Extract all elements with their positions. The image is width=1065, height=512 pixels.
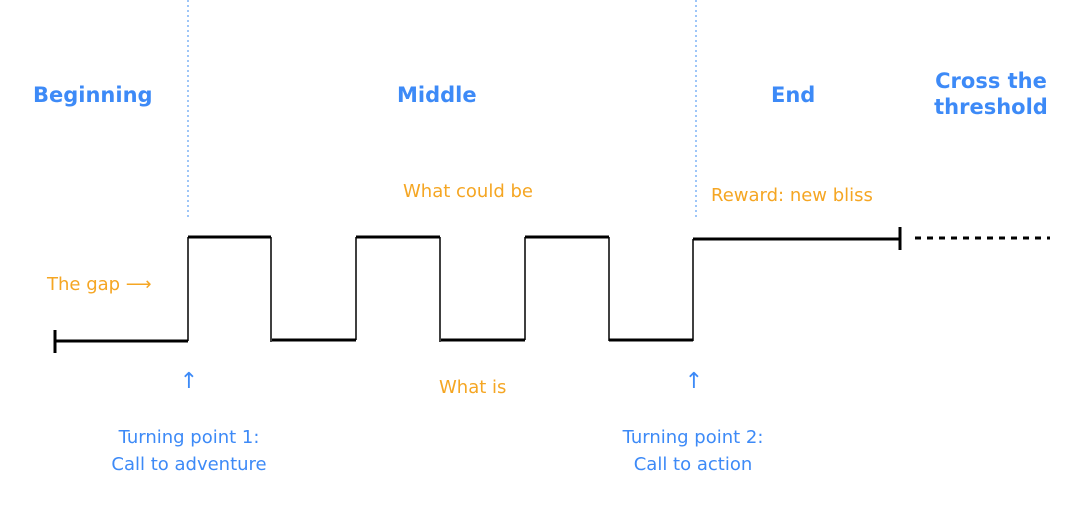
waveform-segments <box>55 235 900 343</box>
turning-point-2-title: Turning point 2: <box>622 427 764 448</box>
turning-point-1-subtitle: Call to adventure <box>111 454 267 475</box>
turning-point-1-label: Turning point 1: Call to adventure <box>89 424 289 478</box>
section-title-cross-line2: threshold <box>934 95 1048 119</box>
arrow-up-icon: ↑ <box>684 369 704 394</box>
annotation-what-could-be: What could be <box>403 181 533 202</box>
section-title-middle: Middle <box>397 83 477 107</box>
annotation-reward: Reward: new bliss <box>711 185 873 206</box>
turning-point-2-subtitle: Call to action <box>633 454 753 475</box>
section-title-cross-line1: Cross the <box>935 69 1047 93</box>
turning-point-1-title: Turning point 1: <box>118 427 260 448</box>
section-title-cross-threshold: Cross the threshold <box>930 68 1052 120</box>
waveform-transitions <box>187 237 694 342</box>
section-title-end: End <box>771 83 816 107</box>
annotation-the-gap: The gap ⟶ <box>47 274 152 295</box>
section-title-beginning: Beginning <box>33 83 153 107</box>
arrow-up-icon: ↑ <box>179 369 199 394</box>
turning-point-2-label: Turning point 2: Call to action <box>593 424 793 478</box>
annotation-what-is: What is <box>439 377 507 398</box>
